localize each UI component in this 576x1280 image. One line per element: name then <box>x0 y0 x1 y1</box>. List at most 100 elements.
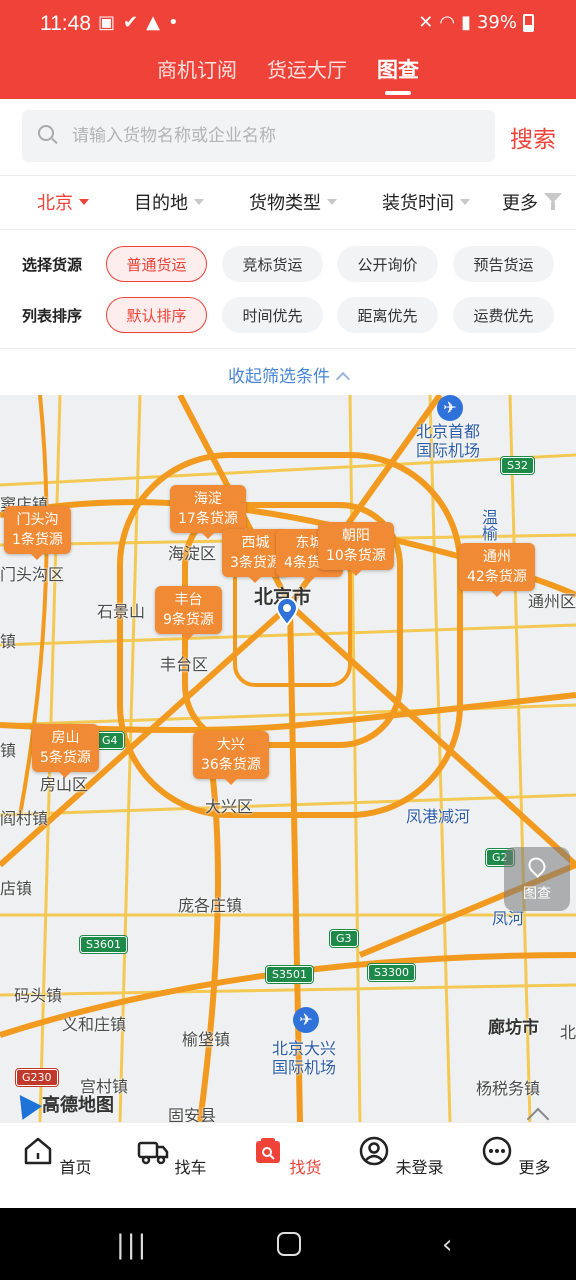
marker-district: 大兴 <box>216 737 245 753</box>
cargo-type-filter-label: 货物类型 <box>249 193 321 214</box>
nav-label: 找车 <box>174 1158 207 1177</box>
signal-icon: ▮ <box>461 12 471 33</box>
place-mentougou: 门头沟区 <box>0 565 65 584</box>
marker-count: 42条货源 <box>467 569 527 585</box>
search-button[interactable]: 搜索 <box>510 120 556 154</box>
back-icon[interactable]: ‹ <box>442 1230 452 1260</box>
truck-icon <box>138 1141 169 1165</box>
marker-district: 房山 <box>51 730 80 746</box>
dot-notification-icon: • <box>167 12 179 33</box>
marker-count: 36条货源 <box>201 757 261 773</box>
place-guan: 固安县 <box>168 1106 217 1122</box>
place-fenggang-river: 凤港减河 <box>406 807 471 826</box>
divider <box>0 229 576 230</box>
source-row-label: 选择货源 <box>22 256 83 274</box>
chip-bidding-freight[interactable]: 竞标货运 <box>222 246 323 282</box>
chip-normal-freight[interactable]: 普通货运 <box>106 246 207 282</box>
check-notification-icon: ✔ <box>123 12 139 33</box>
marker-count: 9条货源 <box>163 612 214 628</box>
nav-find-truck[interactable]: 找车 <box>127 1135 217 1178</box>
map-view[interactable]: 北京首都 国际机场 ✈ 海淀区 北京市 石景山 丰台区 门头沟区 房山区 大兴区… <box>0 395 576 1122</box>
nav-label: 未登录 <box>395 1158 444 1177</box>
gaode-logo-icon <box>9 1088 43 1120</box>
place-daxing-airport: 北京大兴 国际机场 <box>272 1039 337 1077</box>
highway-shield: S32 <box>500 456 535 475</box>
chip-price-first[interactable]: 运费优先 <box>453 297 554 333</box>
place-tongzhou: 通州区 <box>528 592 576 611</box>
top-tabs: 商机订阅 货运大厅 图查 <box>0 54 576 95</box>
notification-icons: ▣ ✔ ▲ • <box>98 12 179 33</box>
chip-time-first[interactable]: 时间优先 <box>222 297 323 333</box>
cargo-marker-haidian[interactable]: 海淀 17条货源 <box>170 485 246 539</box>
nav-account[interactable]: 未登录 <box>356 1135 446 1178</box>
nav-label: 找货 <box>289 1158 322 1177</box>
nav-label: 首页 <box>59 1158 92 1177</box>
home-button-icon[interactable] <box>277 1232 301 1256</box>
marker-district: 朝阳 <box>341 528 370 544</box>
tab-freight-hall[interactable]: 货运大厅 <box>267 54 347 84</box>
caret-down-icon <box>79 199 89 205</box>
place-yufa: 榆垡镇 <box>182 1030 231 1049</box>
source-row: 选择货源 普通货运 竞标货运 公开询价 预告货运 <box>0 246 576 284</box>
collapse-filters-label: 收起筛选条件 <box>228 367 330 387</box>
cargo-marker-mentougou[interactable]: 门头沟 1条货源 <box>4 506 71 560</box>
system-icons: ✕ ◠ ▮ 39% <box>418 12 534 33</box>
chip-distance-first[interactable]: 距离优先 <box>337 297 438 333</box>
nav-find-cargo[interactable]: 找货 <box>242 1135 332 1178</box>
marker-district: 通州 <box>482 549 511 565</box>
place-yihezhuang: 义和庄镇 <box>62 1015 127 1034</box>
load-time-filter[interactable]: 装货时间 <box>382 189 470 215</box>
marker-count: 17条货源 <box>178 511 238 527</box>
place-pangezhuang: 庞各庄镇 <box>178 896 243 915</box>
airport-icon: ✈ <box>293 1007 319 1033</box>
sort-row: 列表排序 默认排序 时间优先 距离优先 运费优先 <box>0 297 576 335</box>
load-time-filter-label: 装货时间 <box>382 193 454 214</box>
more-filter[interactable]: 更多 <box>502 189 562 215</box>
mute-icon: ✕ <box>418 12 434 33</box>
place-shijingshan: 石景山 <box>97 602 146 621</box>
tab-map-search[interactable]: 图查 <box>377 54 419 95</box>
marker-district: 丰台 <box>174 592 203 608</box>
map-search-floating-button[interactable]: 图查 <box>504 847 570 911</box>
marker-count: 10条货源 <box>326 548 386 564</box>
destination-filter-label: 目的地 <box>134 193 188 214</box>
collapse-filters-button[interactable]: 收起筛选条件 <box>0 362 576 387</box>
highway-shield: G3 <box>329 929 359 948</box>
battery-level: 39% <box>476 12 517 33</box>
caret-down-icon <box>460 199 470 205</box>
place-town-2: 阎村镇 <box>0 809 49 828</box>
city-filter[interactable]: 北京 <box>37 189 89 215</box>
funnel-icon <box>544 193 562 211</box>
place-north-edge: 北 <box>560 1023 576 1042</box>
home-icon <box>25 1137 52 1165</box>
search-input[interactable] <box>72 110 482 162</box>
cargo-marker-fengtai[interactable]: 丰台 9条货源 <box>155 586 222 640</box>
tab-subscription[interactable]: 商机订阅 <box>157 54 237 84</box>
filter-bar: 北京 目的地 货物类型 装货时间 更多 <box>0 189 576 219</box>
cargo-type-filter[interactable]: 货物类型 <box>249 189 337 215</box>
status-bar: 11:48 ▣ ✔ ▲ • ✕ ◠ ▮ 39% <box>0 10 576 38</box>
location-icon <box>524 853 550 879</box>
place-capital-airport: 北京首都 国际机场 <box>416 422 481 460</box>
cargo-marker-fangshan[interactable]: 房山 5条货源 <box>32 724 99 778</box>
search-box <box>22 110 495 162</box>
warning-notification-icon: ▲ <box>146 12 160 33</box>
nav-more[interactable]: 更多 <box>471 1135 561 1178</box>
recent-apps-icon[interactable]: ||| <box>116 1230 148 1260</box>
cargo-marker-daxing[interactable]: 大兴 36条货源 <box>193 731 269 785</box>
cargo-icon <box>256 1138 281 1163</box>
nav-home[interactable]: 首页 <box>12 1135 102 1178</box>
nav-label: 更多 <box>518 1158 551 1177</box>
system-nav-bar: ||| ‹ <box>0 1208 576 1280</box>
divider <box>0 348 576 349</box>
more-icon <box>483 1136 512 1166</box>
chip-public-inquiry[interactable]: 公开询价 <box>337 246 438 282</box>
cargo-marker-chaoyang[interactable]: 朝阳 10条货源 <box>318 522 394 576</box>
chip-default-sort[interactable]: 默认排序 <box>106 297 207 333</box>
status-time: 11:48 <box>40 12 91 35</box>
destination-filter[interactable]: 目的地 <box>134 189 204 215</box>
chip-preview-freight[interactable]: 预告货运 <box>453 246 554 282</box>
map-provider-logo: 高德地图 <box>9 1088 114 1120</box>
cargo-marker-tongzhou[interactable]: 通州 42条货源 <box>459 543 535 597</box>
place-town-4: 镇 <box>0 632 17 651</box>
